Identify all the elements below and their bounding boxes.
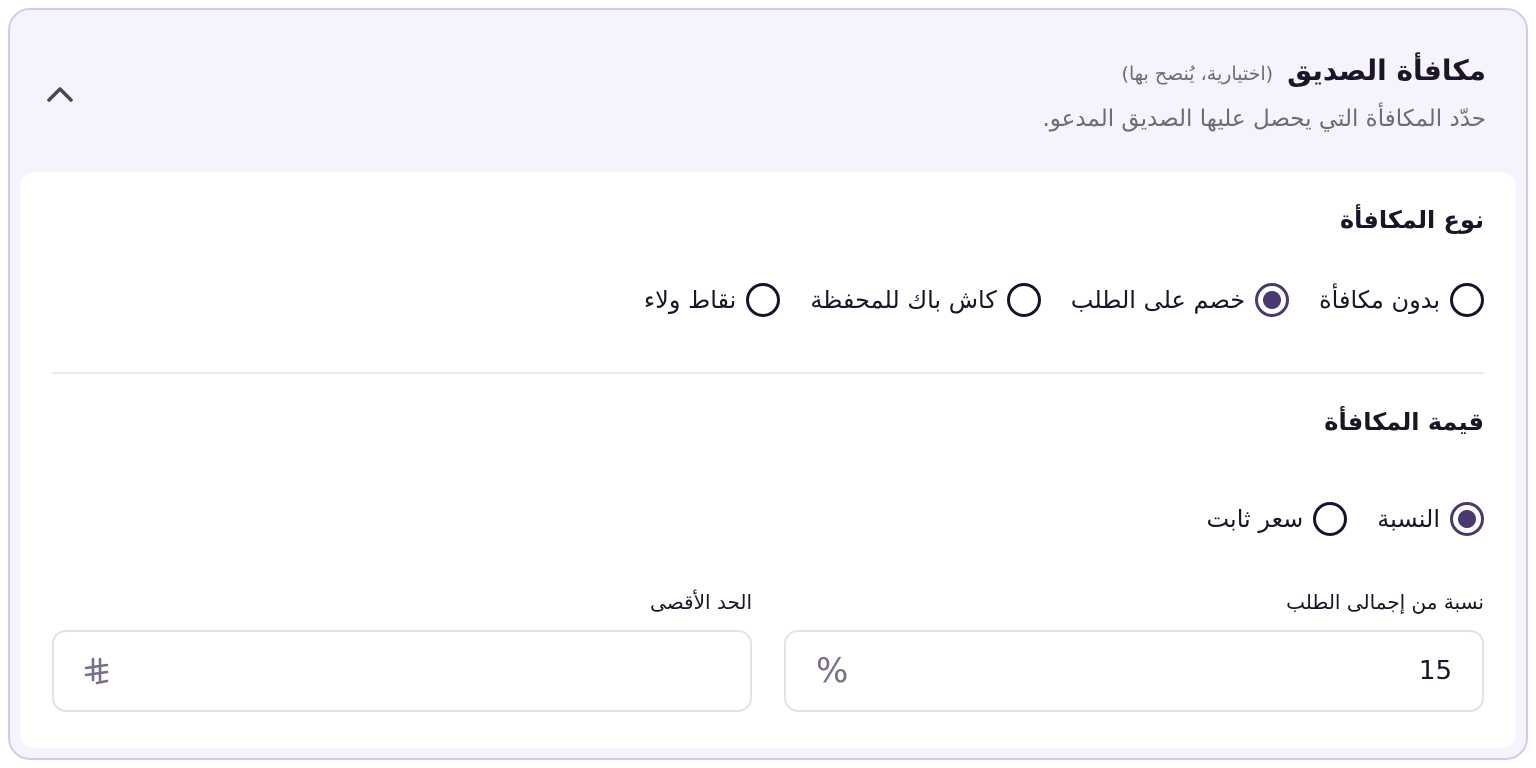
radio-button-selected[interactable] bbox=[1255, 283, 1290, 317]
panel-header[interactable]: مكافأة الصديق (اختيارية، يُنصح بها) حدّد… bbox=[10, 10, 1526, 172]
panel-title: مكافأة الصديق bbox=[1287, 54, 1486, 87]
percentage-field-label: نسبة من إجمالى الطلب bbox=[1286, 590, 1484, 614]
radio-button[interactable] bbox=[1006, 283, 1041, 317]
riyal-currency-icon bbox=[84, 632, 110, 710]
radio-dot bbox=[1263, 291, 1282, 309]
radio-label: كاش باك للمحفظة bbox=[810, 286, 997, 314]
radio-loyalty-points[interactable]: نقاط ولاء bbox=[644, 283, 781, 317]
percentage-input-box[interactable]: % bbox=[784, 630, 1484, 712]
collapse-button[interactable] bbox=[38, 72, 82, 116]
radio-button[interactable] bbox=[1450, 283, 1484, 317]
radio-label: سعر ثابت bbox=[1206, 505, 1304, 533]
reward-type-radio-group: بدون مكافأة خصم على الطلب كاش باك للمحفظ… bbox=[644, 283, 1484, 317]
reward-value-radio-group: النسبة سعر ثابت bbox=[1206, 502, 1484, 536]
max-amount-input-box[interactable] bbox=[52, 630, 752, 712]
section-divider bbox=[52, 372, 1484, 374]
radio-button-selected[interactable] bbox=[1450, 502, 1484, 536]
reward-value-label: قيمة المكافأة bbox=[1324, 408, 1484, 436]
percentage-input[interactable] bbox=[876, 632, 1452, 710]
panel-subtitle: حدّد المكافأة التي يحصل عليها الصديق الم… bbox=[1042, 106, 1486, 132]
radio-no-reward[interactable]: بدون مكافأة bbox=[1319, 283, 1484, 317]
radio-dot bbox=[1458, 510, 1476, 528]
radio-button[interactable] bbox=[746, 283, 781, 317]
reward-type-label: نوع المكافأة bbox=[1340, 206, 1484, 234]
radio-order-discount[interactable]: خصم على الطلب bbox=[1070, 283, 1290, 317]
radio-label: النسبة bbox=[1377, 505, 1440, 533]
radio-fixed-price[interactable]: سعر ثابت bbox=[1206, 502, 1348, 536]
max-amount-field: الحد الأقصى bbox=[52, 590, 752, 712]
optional-note: (اختيارية، يُنصح بها) bbox=[1121, 63, 1274, 85]
percent-icon: % bbox=[816, 651, 849, 691]
radio-button[interactable] bbox=[1313, 502, 1348, 536]
radio-wallet-cashback[interactable]: كاش باك للمحفظة bbox=[810, 283, 1041, 317]
friend-reward-panel: مكافأة الصديق (اختيارية، يُنصح بها) حدّد… bbox=[8, 8, 1528, 760]
max-amount-input[interactable] bbox=[144, 632, 720, 710]
radio-label: بدون مكافأة bbox=[1319, 286, 1440, 314]
max-amount-field-label: الحد الأقصى bbox=[650, 590, 752, 614]
chevron-up-icon bbox=[47, 87, 73, 102]
radio-percentage[interactable]: النسبة bbox=[1377, 502, 1484, 536]
title-row: مكافأة الصديق (اختيارية، يُنصح بها) bbox=[1122, 54, 1486, 87]
radio-label: نقاط ولاء bbox=[643, 286, 737, 314]
percentage-field: نسبة من إجمالى الطلب % bbox=[784, 590, 1484, 712]
radio-label: خصم على الطلب bbox=[1070, 286, 1246, 314]
reward-settings-card: نوع المكافأة بدون مكافأة خصم على الطلب ك… bbox=[20, 172, 1516, 748]
